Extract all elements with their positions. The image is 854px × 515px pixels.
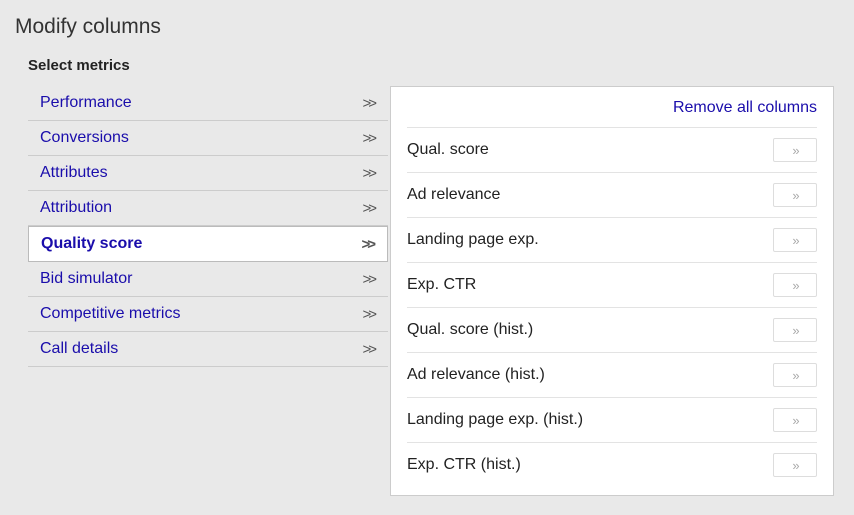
remove-all-columns-link[interactable]: Remove all columns [407, 95, 817, 127]
sidebar-item-attribution[interactable]: Attribution >> [28, 191, 388, 226]
add-metric-button[interactable]: » [773, 408, 817, 432]
metrics-panel: Remove all columns Qual. score»Ad releva… [390, 86, 834, 496]
chevron-right-icon: >> [362, 95, 374, 112]
chevron-right-icon: >> [362, 165, 374, 182]
add-metric-button[interactable]: » [773, 363, 817, 387]
chevron-right-icon: >> [362, 130, 374, 147]
sidebar-item-performance[interactable]: Performance >> [28, 86, 388, 121]
section-title: Select metrics [28, 57, 844, 74]
chevron-right-icon: >> [361, 236, 373, 253]
metric-row: Qual. score » [407, 127, 817, 172]
metric-label: Exp. CTR [407, 276, 476, 294]
add-metric-button[interactable]: » [773, 138, 817, 162]
metrics-category-sidebar: Performance>>Conversions>>Attributes>>At… [28, 86, 388, 496]
sidebar-item-label: Conversions [40, 129, 129, 147]
sidebar-item-quality-score[interactable]: Quality score >> [28, 226, 388, 262]
sidebar-item-label: Attributes [40, 164, 108, 182]
sidebar-item-bid-simulator[interactable]: Bid simulator >> [28, 262, 388, 297]
metric-label: Qual. score [407, 141, 489, 159]
chevron-right-icon: >> [362, 271, 374, 288]
add-metric-button[interactable]: » [773, 228, 817, 252]
sidebar-item-competitive-metrics[interactable]: Competitive metrics >> [28, 297, 388, 332]
sidebar-item-label: Bid simulator [40, 270, 132, 288]
sidebar-item-label: Attribution [40, 199, 112, 217]
add-metric-button[interactable]: » [773, 273, 817, 297]
metric-label: Qual. score (hist.) [407, 321, 533, 339]
metric-label: Landing page exp. (hist.) [407, 411, 583, 429]
metric-label: Ad relevance [407, 186, 500, 204]
sidebar-item-label: Quality score [41, 235, 142, 253]
metric-row: Landing page exp. » [407, 217, 817, 262]
metric-row: Exp. CTR (hist.) » [407, 442, 817, 487]
metric-row: Landing page exp. (hist.) » [407, 397, 817, 442]
sidebar-item-label: Competitive metrics [40, 305, 180, 323]
sidebar-item-attributes[interactable]: Attributes >> [28, 156, 388, 191]
add-metric-button[interactable]: » [773, 453, 817, 477]
metric-row: Exp. CTR » [407, 262, 817, 307]
chevron-right-icon: >> [362, 306, 374, 323]
metric-label: Ad relevance (hist.) [407, 366, 545, 384]
page-title: Modify columns [15, 15, 844, 39]
metric-label: Exp. CTR (hist.) [407, 456, 521, 474]
add-metric-button[interactable]: » [773, 183, 817, 207]
add-metric-button[interactable]: » [773, 318, 817, 342]
sidebar-item-label: Performance [40, 94, 132, 112]
metric-label: Landing page exp. [407, 231, 539, 249]
metric-row: Ad relevance (hist.) » [407, 352, 817, 397]
sidebar-item-conversions[interactable]: Conversions >> [28, 121, 388, 156]
metric-row: Ad relevance » [407, 172, 817, 217]
sidebar-item-label: Call details [40, 340, 118, 358]
sidebar-item-call-details[interactable]: Call details >> [28, 332, 388, 367]
chevron-right-icon: >> [362, 200, 374, 217]
chevron-right-icon: >> [362, 341, 374, 358]
metric-row: Qual. score (hist.) » [407, 307, 817, 352]
